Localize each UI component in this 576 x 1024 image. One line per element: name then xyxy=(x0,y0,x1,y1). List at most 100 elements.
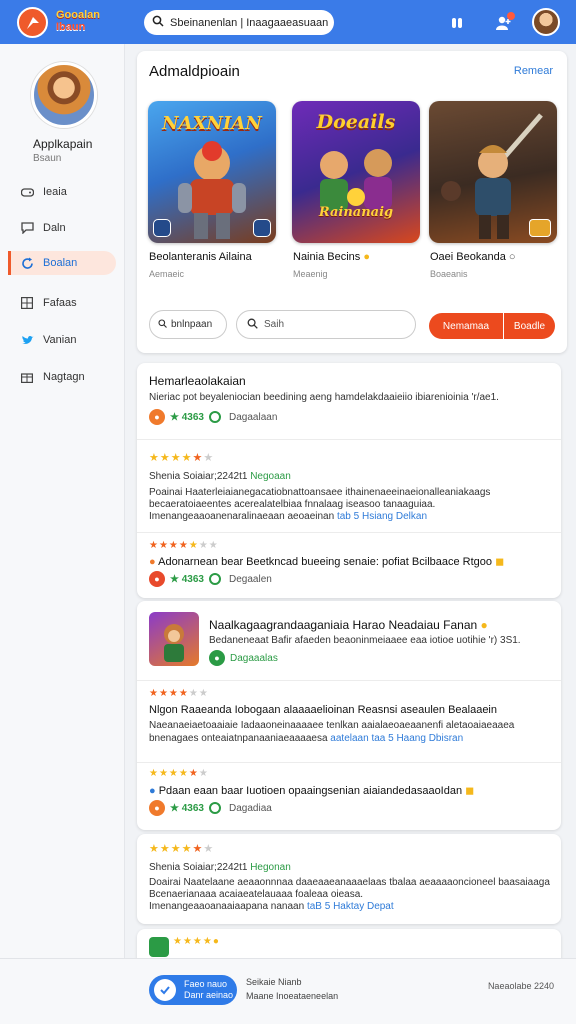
section-title: Admaldpioain xyxy=(149,63,240,80)
game-icon xyxy=(149,937,169,957)
footer-info-line-1: Seikaie Nianb xyxy=(246,977,302,987)
notification-badge xyxy=(507,12,515,20)
sidebar: Applkapain Bsaun Ieaia Daln Boalan Fafaa… xyxy=(0,44,125,1024)
review-text-2: Naeanaeiaetoaaiaie Iadaaoneinaaaaee tenl… xyxy=(149,720,515,731)
status-ball-icon: ● xyxy=(209,650,225,666)
review-row[interactable]: ★★★★★★ Shenia Soiaiar;2242t1 Negoaan Poa… xyxy=(137,439,561,532)
coin-icon: ● xyxy=(149,556,156,568)
secondary-action-button[interactable]: Boadle xyxy=(504,313,555,339)
rating-score: ★ 4363 xyxy=(170,573,204,585)
review-meta: ● ★ 4363 Dagaalaan xyxy=(149,409,277,425)
logo-line-1: Gooalan xyxy=(56,9,101,21)
game-title-3[interactable]: Oaei Beokanda ○ xyxy=(430,251,516,263)
review-meta: ● ★ 4363 Degaalen xyxy=(149,571,272,587)
footer-info: Seikaie Nianb Maane Inoeataeneelan xyxy=(246,975,338,1003)
review-card-3[interactable]: ★★★★★★ Shenia Soiaiar;2242t1 Hegonan Doa… xyxy=(137,834,561,924)
game-subtitle-2: Meaenig xyxy=(293,269,328,279)
review-row[interactable]: ★★★★★★ Nlgon Raaeanda Iobogaan alaaaaeli… xyxy=(137,680,561,762)
rating-score: ★ 4363 xyxy=(170,802,204,814)
review-author-line: Shenia Soiaiar;2242t1 Negoaan xyxy=(149,471,291,482)
filter-dropdown[interactable]: bnlnpaan xyxy=(149,310,227,339)
shield-badge-icon xyxy=(153,219,171,237)
star-rating: ★★★★★★ xyxy=(149,843,215,855)
coin-icon: ● xyxy=(149,785,156,797)
review-tag: Negoaan xyxy=(250,471,291,482)
see-more-link[interactable]: Remear xyxy=(514,65,553,77)
primary-action-button[interactable]: Nemamaa xyxy=(429,313,503,339)
profile-subtitle: Bsaun xyxy=(33,153,62,164)
profile-avatar[interactable] xyxy=(31,62,97,128)
user-avatar[interactable] xyxy=(532,8,560,36)
search-bar[interactable] xyxy=(144,10,334,35)
game-title-1[interactable]: Beolanteranis Ailaina xyxy=(149,251,252,263)
search-input[interactable] xyxy=(170,16,330,29)
logo-wordmark[interactable]: Gooalan Ibaun xyxy=(56,9,116,33)
sidebar-item-daln[interactable]: Daln xyxy=(8,216,116,240)
footer-button-line-2: Danr aeinao xyxy=(184,990,234,1000)
review-text-2: Bcenaerianaaa acaiaeatelauaaa foaleaa oi… xyxy=(149,889,364,900)
search-small-icon xyxy=(158,318,167,331)
review-text-2: becaeratoiaeentes acerealatelbiaa fnnala… xyxy=(149,499,436,510)
review-section-desc: Nieriac pot beyaleniocian beedining aeng… xyxy=(149,392,499,403)
review-tag: Hegonan xyxy=(250,862,291,873)
game-icon[interactable] xyxy=(149,612,199,666)
rating-score: ★ 4363 xyxy=(170,411,204,423)
top-bar: Gooalan Ibaun xyxy=(0,0,576,44)
sidebar-item-vanian[interactable]: Vanian xyxy=(8,328,116,352)
game-art-subtitle: Rainanaig xyxy=(318,205,394,220)
status-icon xyxy=(209,573,221,585)
refresh-icon xyxy=(20,256,34,270)
sidebar-item-fafaas[interactable]: Fafaas xyxy=(8,291,116,315)
game-thumbnail-1[interactable]: NAXNIAN xyxy=(148,101,276,243)
star-rating: ★★★★★★ xyxy=(149,768,209,779)
footer-bar: Faeo nauo Danr aeinao Seikaie Nianb Maan… xyxy=(0,958,576,1024)
gamepad-icon xyxy=(20,185,34,199)
game-thumbnail-3[interactable] xyxy=(429,101,557,243)
review-section-title[interactable]: Hemarleaolakaian xyxy=(149,374,246,388)
status-icon xyxy=(209,411,221,423)
game-thumbnail-2[interactable]: Doeails Rainanaig xyxy=(292,101,420,243)
review-row[interactable]: ★★★★★★ ● Pdaan eaan baar Iuotioen opaain… xyxy=(137,762,561,830)
gift-icon xyxy=(20,370,34,384)
review-author: Shenia Soiaiar;2242t1 xyxy=(149,471,248,482)
sidebar-item-ieaia[interactable]: Ieaia xyxy=(8,180,116,204)
review-row[interactable]: ★★★★★★★ ● Adonarnean bear Beetkncad buee… xyxy=(137,532,561,598)
star-rating: ★★★★● xyxy=(173,936,220,947)
review-text-3: Imenangeaaoanenaralinaeaan aeoaeinan tab… xyxy=(149,511,427,522)
emoji-icon: ◼ xyxy=(465,785,475,797)
review-section-title[interactable]: Naalkagaagrandaaganiaia Harao Neadaiau F… xyxy=(209,618,488,632)
filter-label: bnlnpaan xyxy=(171,319,213,330)
review-text-3-body: bnenagaes onteaiatnpanaaniaeaaaaesa xyxy=(149,733,328,744)
chat-icon xyxy=(20,221,34,235)
review-link[interactable]: taB 5 Haktay Depat xyxy=(307,901,394,912)
review-author: Shenia Soiaiar;2242t1 xyxy=(149,862,248,873)
footer-info-line-2: Maane Inoeataeneelan xyxy=(246,991,339,1001)
emoji-icon: ◼ xyxy=(495,556,505,568)
sidebar-item-label: Vanian xyxy=(43,334,77,346)
game-ball-icon: ● xyxy=(149,800,165,816)
game-title-2[interactable]: Nainia Becins ● xyxy=(293,251,370,263)
review-text-3: Imenangeaaoanaaiaapana nanaan taB 5 Hakt… xyxy=(149,901,394,912)
game-search-field[interactable]: Saih xyxy=(236,310,416,339)
search-icon xyxy=(152,15,164,30)
review-text-3-body: Imenangeaaoanenaralinaeaan aeoaeinan xyxy=(149,511,335,522)
sidebar-item-nagtagn[interactable]: Nagtagn xyxy=(8,365,116,389)
sidebar-item-boalan[interactable]: Boalan xyxy=(8,251,116,275)
star-rating: ★★★★★★ xyxy=(149,452,215,464)
circle-icon: ○ xyxy=(508,251,516,263)
meta-label: Degaalen xyxy=(229,573,272,585)
friends-icon[interactable] xyxy=(493,12,515,34)
logo-icon[interactable] xyxy=(17,7,48,38)
game-title-text: Nainia Becins xyxy=(293,251,361,263)
game-title-text: Oaei Beokanda xyxy=(430,251,506,263)
review-link[interactable]: tab 5 Hsiang Delkan xyxy=(337,511,427,522)
coin-icon: ● xyxy=(480,618,488,632)
footer-action-button[interactable]: Faeo nauo Danr aeinao xyxy=(149,975,237,1005)
star-rating: ★★★★★★ xyxy=(149,688,209,699)
game-logo-badge-icon xyxy=(529,219,551,237)
status-icon xyxy=(209,802,221,814)
monkey-hero-art xyxy=(164,624,184,662)
review-link[interactable]: aatelaan taa 5 Haang Dbisran xyxy=(330,733,463,744)
controller-icon[interactable] xyxy=(446,12,468,34)
game-subtitle-3: Boaeanis xyxy=(430,269,468,279)
